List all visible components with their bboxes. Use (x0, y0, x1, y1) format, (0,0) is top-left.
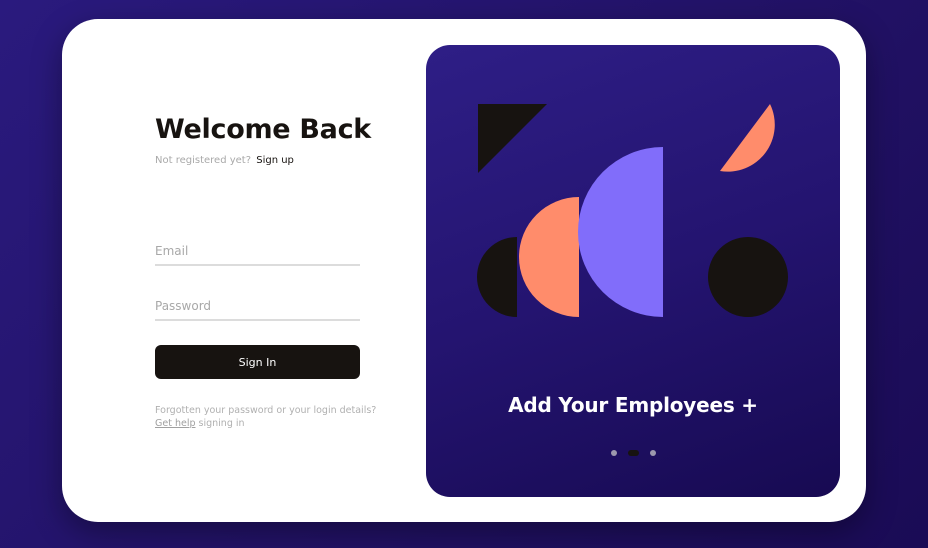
coral-quarter-shape (720, 104, 775, 172)
signup-link[interactable]: Sign up (256, 155, 294, 166)
help-suffix: signing in (198, 418, 245, 429)
carousel-dot[interactable] (649, 450, 656, 456)
email-field[interactable] (155, 244, 360, 266)
page-title: Welcome Back (155, 114, 371, 145)
password-field[interactable] (155, 299, 360, 321)
login-card: Welcome Back Not registered yet? Sign up… (62, 19, 866, 522)
carousel-dot[interactable] (610, 450, 617, 456)
slide-caption: Add Your Employees + (508, 393, 758, 417)
carousel-dot-active[interactable] (627, 450, 639, 456)
carousel-dots (426, 450, 840, 456)
dark-triangle-shape (478, 104, 547, 173)
not-registered-text: Not registered yet? (155, 155, 252, 166)
login-form: Welcome Back Not registered yet? Sign up… (155, 19, 376, 522)
get-help-link[interactable]: Get help (155, 418, 196, 429)
help-line: Get help signing in (155, 417, 395, 430)
forgot-text: Forgotten your password or your login de… (155, 405, 377, 416)
dark-circle-shape (708, 237, 788, 317)
forgot-help-text: Forgotten your password or your login de… (155, 404, 395, 430)
carousel-panel: Add Your Employees + (426, 45, 840, 497)
violet-half-circle-shape (578, 147, 663, 317)
coral-half-circle-shape (519, 197, 579, 317)
geometric-illustration (477, 104, 788, 317)
register-prompt: Not registered yet? Sign up (155, 155, 294, 166)
dark-half-circle-shape (477, 237, 517, 317)
signin-button[interactable]: Sign In (155, 345, 360, 379)
